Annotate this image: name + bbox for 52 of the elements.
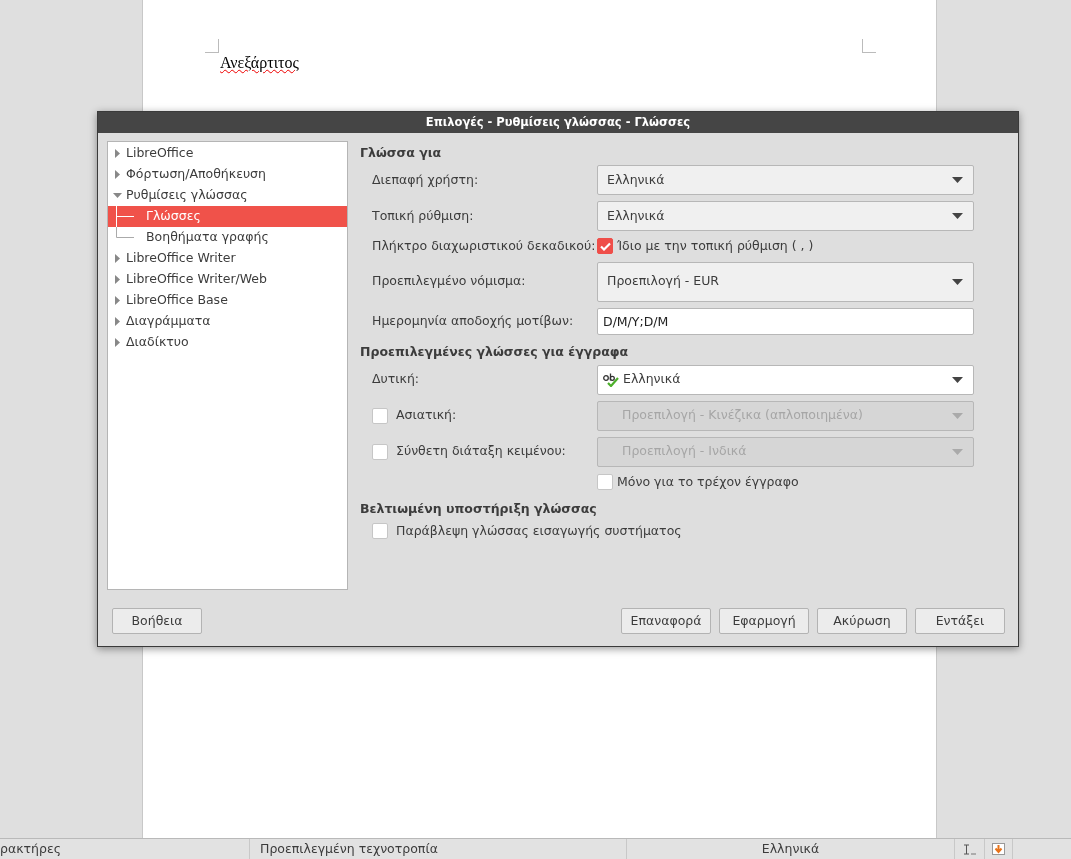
section-heading: Προεπιλεγμένες γλώσσες για έγγραφα [360, 343, 630, 362]
checkbox-label: Παράβλεψη γλώσσας εισαγωγής συστήματος [396, 521, 682, 540]
section-heading: Γλώσσα για [360, 143, 443, 162]
dropdown-caret-icon [952, 213, 963, 219]
tree-item[interactable]: Ρυθμίσεις γλώσσας [108, 185, 347, 206]
tree-item[interactable]: Βοηθήματα γραφής [108, 227, 347, 248]
tree-item[interactable]: LibreOffice Writer/Web [108, 269, 347, 290]
checkbox-label: Ίδιο με την τοπική ρύθμιση ( , ) [617, 237, 814, 255]
insert-mode-icon [962, 843, 977, 855]
dropdown-caret-icon [952, 177, 963, 183]
tree-item[interactable]: LibreOffice Writer [108, 248, 347, 269]
field-label: Σύνθετη διάταξη κειμένου: [396, 442, 566, 461]
dropdown-caret-icon [952, 278, 963, 285]
document-text: Ανεξάρτιτος [220, 53, 299, 74]
dialog-button[interactable]: Βοήθεια [112, 608, 202, 634]
checkbox[interactable] [597, 238, 613, 255]
dropdown-caret-icon [952, 412, 963, 419]
margin-corner-mark [862, 39, 876, 53]
dropdown-caret-icon [952, 376, 963, 383]
dropdown[interactable]: Ελληνικά [597, 201, 974, 231]
dialog-button[interactable]: Εφαρμογή [719, 608, 809, 634]
field-label: Ημερομηνία αποδοχής μοτίβων: [372, 312, 574, 328]
field-label: Προεπιλεγμένο νόμισμα: [372, 273, 526, 289]
tree-item[interactable]: Διαγράμματα [108, 311, 347, 332]
dialog-button[interactable]: Ακύρωση [817, 608, 907, 634]
page-style-text: Προεπιλεγμένη τεχνοτροπία [260, 839, 438, 858]
tree-item[interactable]: Διαδίκτυο [108, 332, 347, 353]
word-count-text: ρακτήρες [0, 839, 62, 858]
tree-item[interactable]: Φόρτωση/Αποθήκευση [108, 164, 347, 185]
checkbox[interactable] [597, 474, 613, 491]
dialog-button[interactable]: Επαναφορά [621, 608, 711, 634]
field-label: Δυτική: [372, 371, 420, 387]
field-label: Πλήκτρο διαχωριστικού δεκαδικού: [372, 238, 596, 253]
dialog-title: Επιλογές - Ρυθμίσεις γλώσσας - Γλώσσες [98, 112, 1018, 133]
language-text: Ελληνικά [761, 839, 820, 858]
dropdown-caret-icon [952, 448, 963, 455]
checkbox[interactable] [372, 522, 388, 539]
dialog-button[interactable]: Εντάξει [915, 608, 1005, 634]
section-heading: Βελτιωμένη υποστήριξη γλώσσας [360, 500, 598, 519]
field-label: Ασιατική: [396, 406, 457, 425]
tree-item[interactable]: LibreOffice [108, 143, 347, 164]
dropdown[interactable]: Προεπιλογή - EUR [597, 261, 974, 302]
tree-item[interactable]: LibreOffice Base [108, 290, 347, 311]
field-label: Διεπαφή χρήστη: [372, 171, 479, 187]
spellcheck-icon [603, 372, 619, 387]
checkbox-label: Μόνο για το τρέχον έγγραφο [617, 472, 799, 491]
signature-status-icon [992, 843, 1005, 855]
text-field[interactable]: D/M/Y;D/M [597, 307, 974, 335]
dropdown[interactable]: Ελληνικά [597, 364, 974, 395]
dropdown[interactable]: Ελληνικά [597, 165, 974, 195]
margin-corner-mark [205, 39, 219, 53]
field-label: Τοπική ρύθμιση: [372, 207, 474, 223]
